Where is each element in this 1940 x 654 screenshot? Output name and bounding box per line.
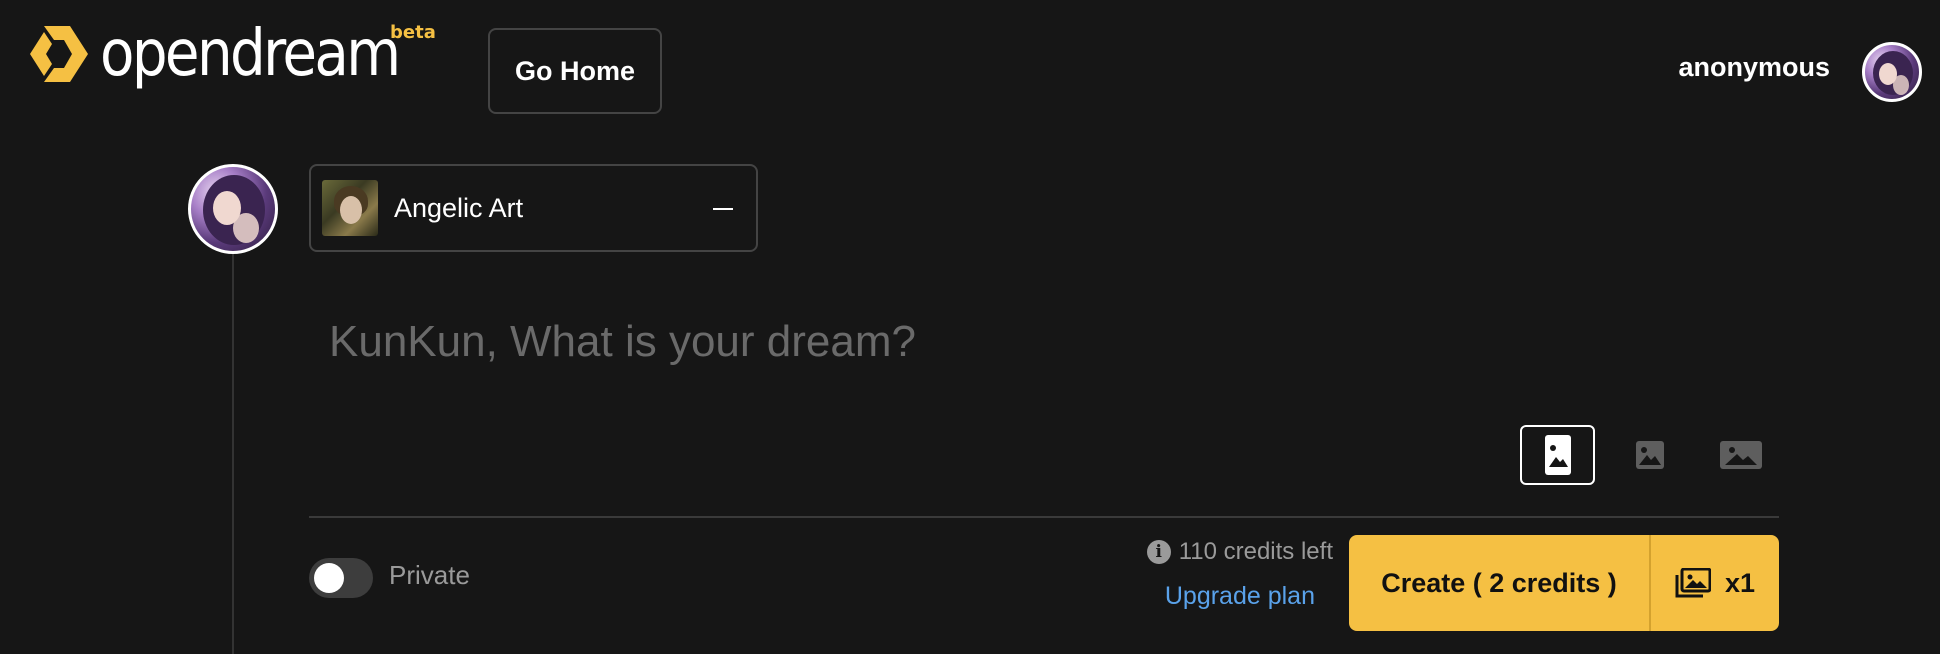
remove-style-icon[interactable]: [712, 198, 734, 220]
user-avatar[interactable]: [1862, 42, 1922, 102]
beta-badge: beta: [390, 22, 436, 43]
private-toggle[interactable]: [309, 558, 373, 598]
ratio-portrait-button[interactable]: [1520, 425, 1595, 485]
private-label: Private: [389, 560, 470, 590]
thread-line: [232, 254, 234, 654]
upgrade-plan-link[interactable]: Upgrade plan: [1165, 582, 1315, 611]
top-header: opendream beta Go Home anonymous: [0, 0, 1940, 142]
image-count-label: x1: [1724, 567, 1756, 598]
credits-left-text: 110 credits left: [1178, 538, 1333, 565]
opendream-logo[interactable]: opendream: [30, 22, 439, 86]
toggle-knob: [314, 563, 344, 593]
style-chip[interactable]: Angelic Art: [309, 164, 758, 252]
create-label[interactable]: Create ( 2 credits ): [1349, 535, 1649, 631]
images-icon: [1675, 568, 1711, 598]
square-image-icon: [1636, 441, 1664, 469]
brand-name: opendream: [100, 17, 401, 91]
style-thumbnail: [322, 180, 378, 236]
info-icon: i: [1146, 540, 1171, 564]
portrait-image-icon: [1544, 435, 1571, 475]
go-home-button[interactable]: Go Home: [488, 28, 662, 114]
username-label[interactable]: anonymous: [1678, 52, 1830, 83]
logo-mark-icon: [30, 26, 88, 82]
image-count-selector[interactable]: x1: [1651, 568, 1779, 599]
credits-info: i 110 credits left: [1146, 538, 1333, 566]
ratio-landscape-button[interactable]: [1718, 425, 1764, 485]
style-label: Angelic Art: [394, 192, 524, 223]
landscape-image-icon: [1720, 441, 1762, 469]
composer-divider: [309, 516, 1779, 518]
create-button[interactable]: Create ( 2 credits ) x1: [1349, 535, 1779, 631]
composer-avatar: [188, 164, 278, 254]
prompt-input[interactable]: [309, 302, 1779, 382]
ratio-square-button[interactable]: [1630, 425, 1670, 485]
